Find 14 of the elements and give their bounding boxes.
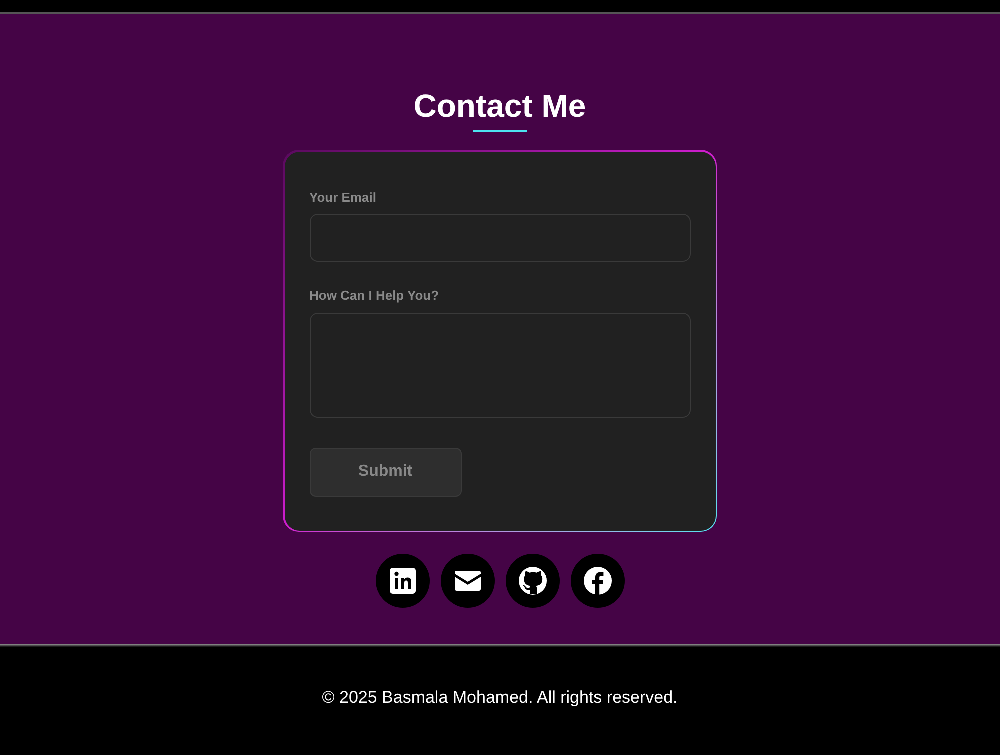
field-label: Your Email [310,188,378,206]
social-link[interactable] [440,554,494,608]
social-link[interactable] [376,554,430,608]
footer-text: © 2025 Basmala Mohamed. All rights reserved. [322,686,678,709]
email-field[interactable] [310,214,690,262]
title-underline [473,130,527,132]
github-icon [516,565,548,597]
submit-button[interactable]: Submit [310,448,462,496]
page-title: Contact Me [414,87,586,126]
social-link[interactable] [506,554,560,608]
facebook-icon [582,565,614,597]
social-link[interactable] [570,554,624,608]
message-field[interactable] [310,312,690,418]
field-label: How Can I Help You? [310,287,440,305]
